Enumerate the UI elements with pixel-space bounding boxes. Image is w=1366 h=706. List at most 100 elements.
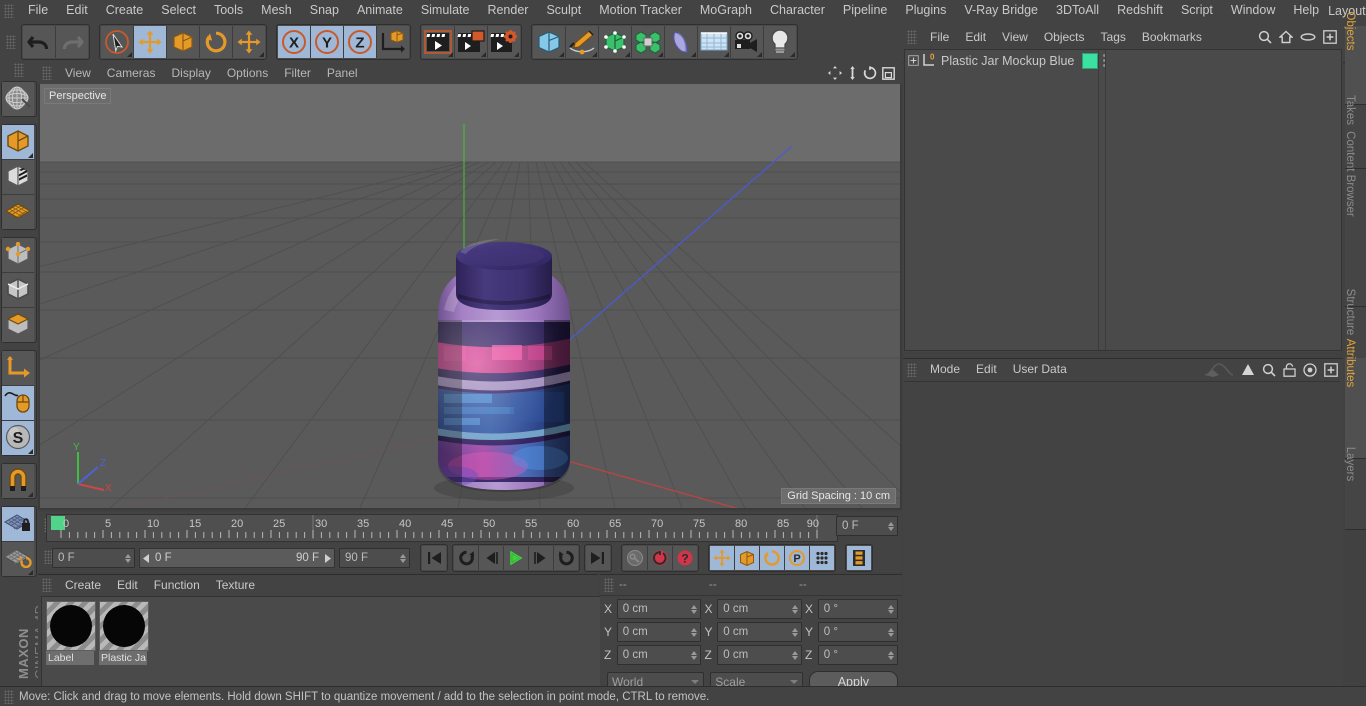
deformer-button[interactable] [665, 25, 698, 58]
size-y-field[interactable]: 0 cm [717, 622, 802, 642]
lock-x-button[interactable]: X [278, 25, 311, 58]
menu-item-mograph[interactable]: MoGraph [691, 0, 761, 21]
move-axis-button[interactable] [233, 25, 265, 58]
menu-item-mode[interactable]: Mode [922, 359, 968, 380]
previous-frame-button[interactable] [479, 546, 504, 570]
scale-tool-button[interactable] [167, 25, 200, 58]
timeline-layout-button[interactable] [847, 546, 871, 570]
record-position-button[interactable] [710, 546, 735, 570]
spinner-icon[interactable] [888, 604, 895, 614]
light-button[interactable] [764, 25, 796, 58]
make-editable-button[interactable] [2, 125, 34, 160]
menu-item-help[interactable]: Help [1284, 0, 1328, 21]
search-icon[interactable] [1262, 363, 1276, 377]
menu-item-bookmarks[interactable]: Bookmarks [1134, 26, 1210, 48]
material-thumbnail[interactable] [99, 601, 149, 651]
menu-item-motion-tracker[interactable]: Motion Tracker [590, 0, 691, 21]
menu-item-plugins[interactable]: Plugins [896, 0, 955, 21]
triangle-up-icon[interactable] [1241, 363, 1255, 376]
play-backwards-loop-button[interactable] [454, 546, 479, 570]
lock-y-button[interactable]: Y [311, 25, 344, 58]
curve-icon[interactable] [1204, 362, 1234, 377]
points-mode-button[interactable] [2, 238, 34, 273]
material-list[interactable]: Label Plastic Ja [41, 596, 603, 694]
attributes-grip[interactable] [907, 362, 917, 377]
menu-item-filter[interactable]: Filter [276, 62, 319, 84]
right-tab-objects[interactable]: Objects [1344, 12, 1366, 105]
expand-plus-icon[interactable] [908, 55, 919, 66]
add-tab-icon[interactable] [1324, 362, 1338, 377]
rotation-y-field[interactable]: 0 ° [817, 622, 898, 642]
spline-pen-button[interactable] [566, 25, 599, 58]
right-tab-layers[interactable]: Layers [1344, 447, 1366, 530]
viewport-grip[interactable] [42, 66, 52, 80]
current-frame-field[interactable]: 0 F [836, 516, 898, 536]
enable-axis-button[interactable] [2, 160, 34, 195]
world-coordinate-button[interactable] [377, 25, 409, 58]
menu-item-create[interactable]: Create [57, 575, 109, 595]
right-tab-content-browser[interactable]: Content Browser [1344, 131, 1366, 307]
menu-item-character[interactable]: Character [761, 0, 834, 21]
record-pla-button[interactable] [810, 546, 834, 570]
camera-button[interactable] [731, 25, 764, 58]
menu-item-script[interactable]: Script [1172, 0, 1222, 21]
move-tool-button[interactable] [134, 25, 167, 58]
menu-item-window[interactable]: Window [1222, 0, 1284, 21]
range-right-arrow-icon[interactable] [323, 553, 332, 563]
globe-view-button[interactable] [2, 82, 34, 116]
primitive-cube-button[interactable] [533, 25, 566, 58]
record-parameter-button[interactable]: P [785, 546, 810, 570]
play-button[interactable] [504, 546, 529, 570]
spinner-icon[interactable] [691, 627, 698, 637]
home-icon[interactable] [1279, 30, 1293, 44]
menu-item-pipeline[interactable]: Pipeline [834, 0, 896, 21]
timeline-range-slider[interactable]: 0 F 90 F [139, 548, 335, 568]
go-to-start-button[interactable] [422, 546, 446, 570]
object-tag-swatch[interactable] [1082, 52, 1099, 69]
rotate-view-icon[interactable] [863, 66, 877, 80]
status-grip[interactable] [4, 689, 14, 704]
spinner-icon[interactable] [125, 553, 132, 563]
autokeying-button[interactable] [648, 546, 673, 570]
play-forward-loop-button[interactable] [554, 546, 578, 570]
frame-start-field[interactable]: 0 F [52, 548, 135, 568]
toolbar-grip[interactable] [6, 34, 16, 49]
timeline-ruler[interactable]: 0 5 10 15 20 25 30 35 40 45 50 55 60 65 70 75 80 85 90 [46, 514, 838, 542]
menu-item-select[interactable]: Select [152, 0, 205, 21]
nurbs-button[interactable] [599, 25, 632, 58]
menu-item-objects[interactable]: Objects [1036, 26, 1093, 48]
pan-view-icon[interactable] [828, 66, 842, 80]
redo-button[interactable] [56, 25, 88, 58]
spinner-icon[interactable] [791, 650, 799, 660]
material-grip[interactable] [42, 578, 52, 592]
menu-item-edit[interactable]: Edit [968, 359, 1005, 380]
menu-item-mesh[interactable]: Mesh [252, 0, 301, 21]
render-region-button[interactable] [455, 25, 488, 58]
undo-button[interactable] [23, 25, 56, 58]
menu-item-display[interactable]: Display [163, 62, 218, 84]
rotate-tool-button[interactable] [200, 25, 233, 58]
menu-item-animate[interactable]: Animate [348, 0, 412, 21]
render-settings-button[interactable] [488, 25, 520, 58]
menu-item-simulate[interactable]: Simulate [412, 0, 479, 21]
next-frame-button[interactable] [529, 546, 554, 570]
go-to-end-button[interactable] [586, 546, 610, 570]
menu-item-texture[interactable]: Texture [208, 575, 263, 595]
menu-item-function[interactable]: Function [146, 575, 208, 595]
material-item[interactable]: Label [46, 601, 96, 689]
spinner-icon[interactable] [888, 650, 895, 660]
menu-item-tools[interactable]: Tools [205, 0, 252, 21]
environment-button[interactable] [698, 25, 731, 58]
keyframe-selection-button[interactable]: ? [673, 546, 697, 570]
left-toolbar-grip[interactable] [14, 63, 24, 77]
menu-item-user-data[interactable]: User Data [1005, 359, 1075, 380]
position-x-field[interactable]: 0 cm [616, 599, 702, 619]
polygons-mode-button[interactable] [2, 308, 34, 342]
menu-item-panel[interactable]: Panel [319, 62, 366, 84]
array-button[interactable] [632, 25, 665, 58]
menu-item-v-ray-bridge[interactable]: V-Ray Bridge [955, 0, 1047, 21]
menubar-grip[interactable] [4, 3, 14, 18]
menu-item-edit[interactable]: Edit [57, 0, 97, 21]
spinner-icon[interactable] [400, 553, 407, 563]
menu-item-file[interactable]: File [19, 0, 57, 21]
